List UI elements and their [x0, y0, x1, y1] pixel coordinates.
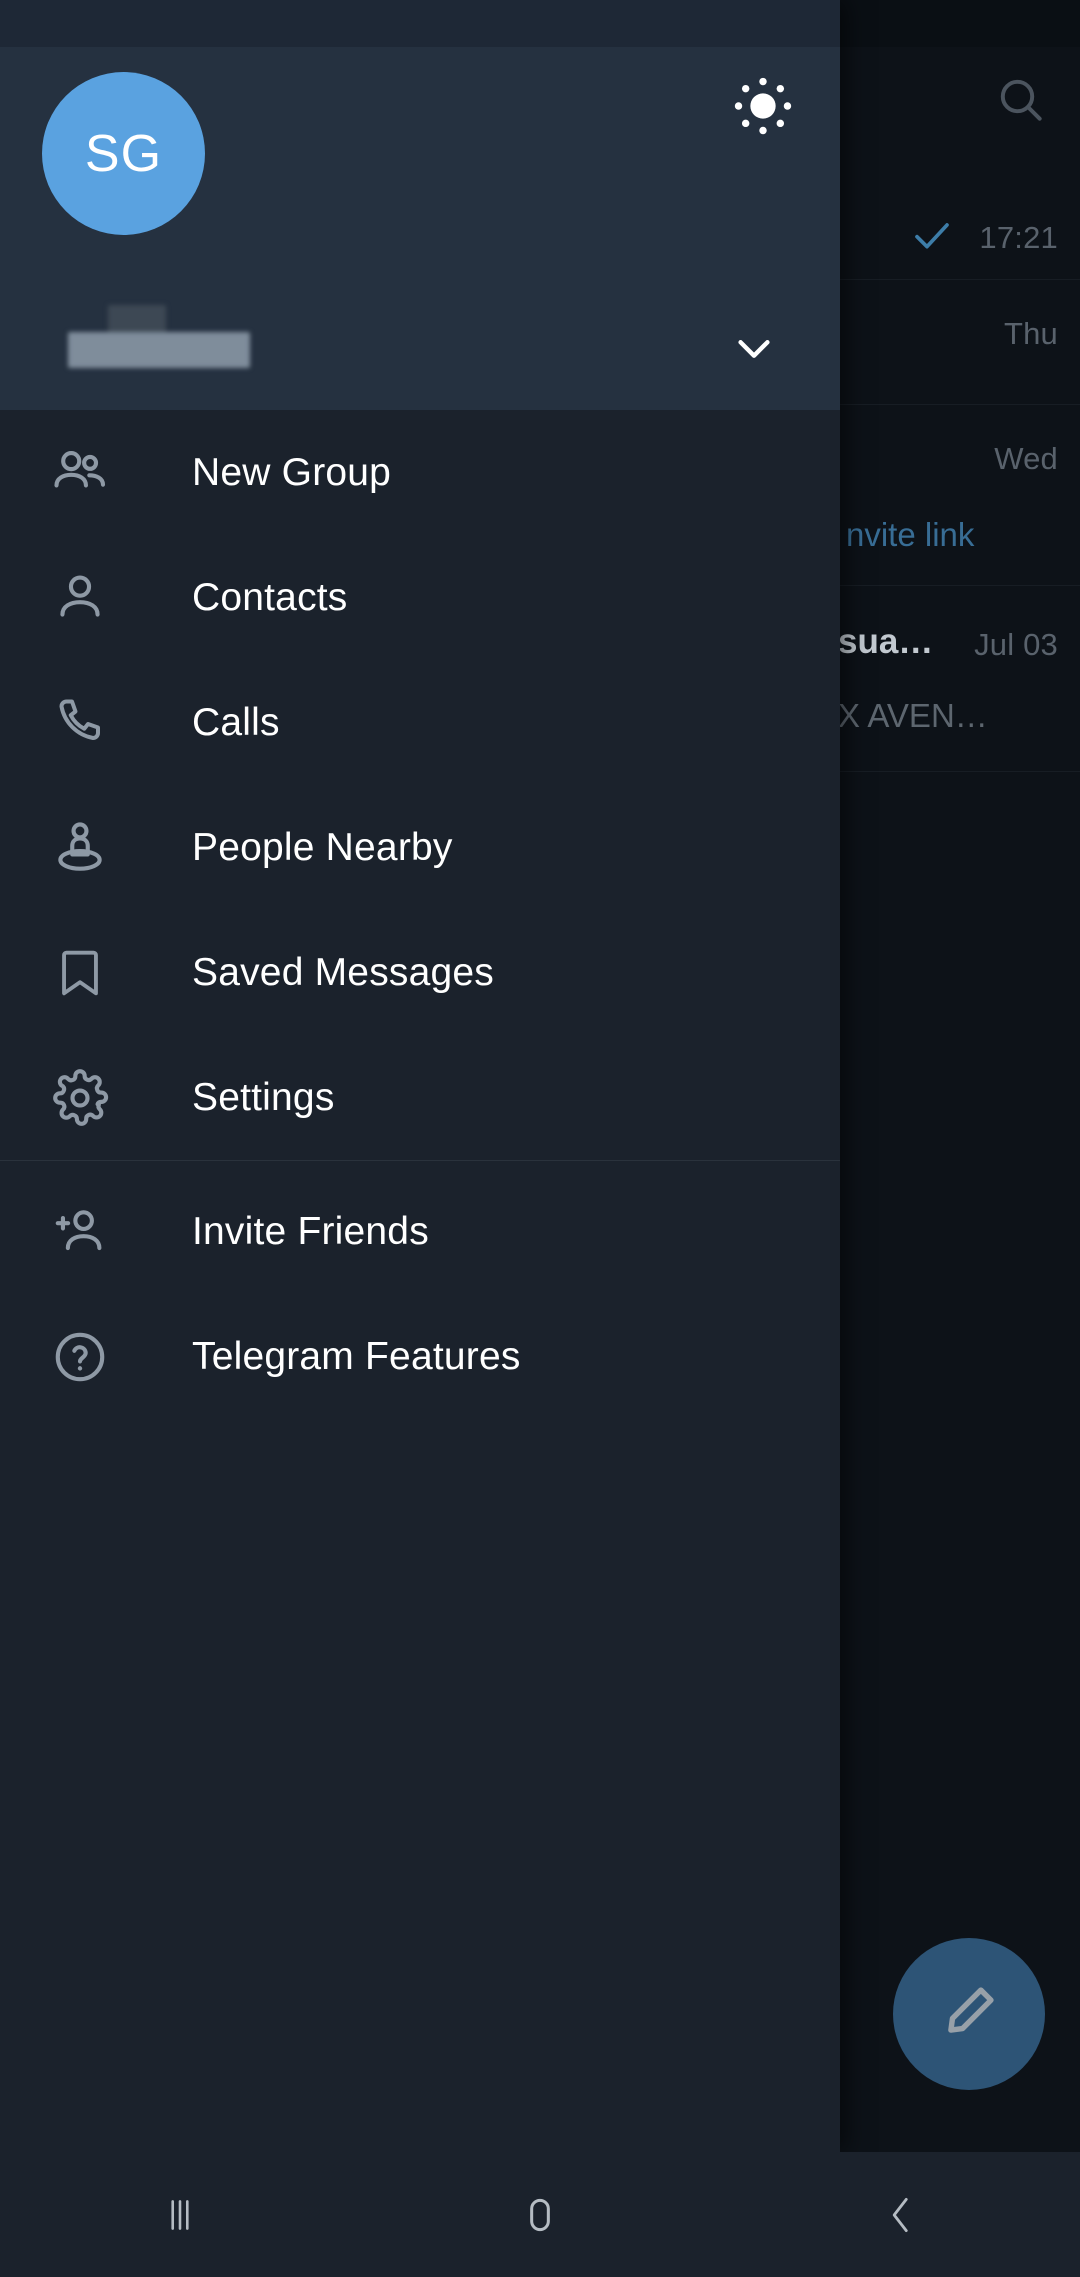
drawer-item-label: Contacts [192, 575, 348, 619]
account-row[interactable] [0, 285, 840, 410]
drawer-menu-section-secondary: Invite Friends Telegram Features [0, 1169, 840, 1419]
chat-timestamp: Jul 03 [974, 627, 1058, 662]
bookmark-icon [45, 938, 115, 1008]
sun-icon[interactable] [717, 60, 809, 152]
phone-screen: 17:21 Thu Wed nvite link sua… Jul 03 X A… [0, 0, 1080, 2277]
drawer-item-label: Invite Friends [192, 1209, 429, 1253]
drawer-item-label: Settings [192, 1075, 335, 1119]
chevron-down-icon[interactable] [728, 325, 780, 371]
navigation-drawer: SG New Group Contacts Calls People Nearb… [0, 0, 840, 2152]
check-icon [912, 218, 952, 252]
people-icon [45, 438, 115, 508]
search-icon[interactable] [993, 72, 1049, 128]
people-nearby-icon [45, 813, 115, 883]
drawer-item-label: People Nearby [192, 825, 453, 869]
drawer-header: SG [0, 0, 840, 410]
person-icon [45, 563, 115, 633]
chat-preview-link: nvite link [846, 516, 975, 553]
avatar[interactable]: SG [42, 72, 205, 235]
account-name-redaction [68, 332, 250, 368]
avatar-initials: SG [84, 124, 163, 183]
recents-icon[interactable] [0, 2152, 360, 2277]
drawer-item-contacts[interactable]: Contacts [0, 535, 840, 660]
home-icon[interactable] [360, 2152, 720, 2277]
question-circle-icon [45, 1322, 115, 1392]
drawer-item-telegram-features[interactable]: Telegram Features [0, 1294, 840, 1419]
drawer-item-invite-friends[interactable]: Invite Friends [0, 1169, 840, 1294]
drawer-item-settings[interactable]: Settings [0, 1035, 840, 1160]
drawer-item-saved-messages[interactable]: Saved Messages [0, 910, 840, 1035]
chat-timestamp: Thu [1003, 316, 1058, 351]
drawer-item-label: Calls [192, 700, 280, 744]
person-add-icon [45, 1197, 115, 1267]
drawer-item-calls[interactable]: Calls [0, 660, 840, 785]
drawer-item-new-group[interactable]: New Group [0, 410, 840, 535]
drawer-item-label: Telegram Features [192, 1334, 521, 1378]
chat-preview: X AVEN… [838, 697, 988, 734]
chat-timestamp: Wed [994, 441, 1058, 476]
chat-title: sua… [838, 622, 934, 661]
drawer-divider [0, 1160, 840, 1161]
pencil-icon [938, 1981, 1000, 2048]
chat-timestamp: 17:21 [979, 220, 1058, 255]
gear-icon [45, 1063, 115, 1133]
drawer-item-people-nearby[interactable]: People Nearby [0, 785, 840, 910]
android-nav-bar [0, 2152, 1080, 2277]
new-message-fab[interactable] [893, 1938, 1045, 2090]
phone-icon [45, 688, 115, 758]
drawer-item-label: Saved Messages [192, 950, 494, 994]
drawer-status-bar [0, 0, 840, 47]
drawer-item-label: New Group [192, 450, 392, 494]
drawer-menu-section-primary: New Group Contacts Calls People Nearby S… [0, 410, 840, 1160]
back-icon[interactable] [720, 2152, 1080, 2277]
